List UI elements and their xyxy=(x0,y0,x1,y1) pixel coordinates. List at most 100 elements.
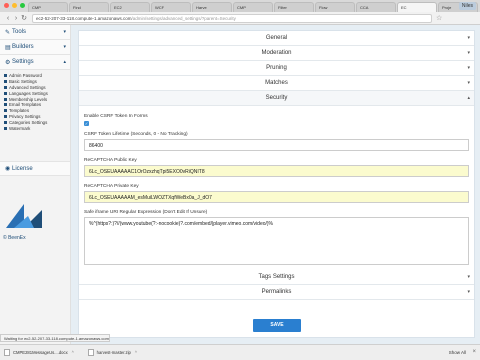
section-permalinks[interactable]: Permalinks ▾ xyxy=(79,285,474,300)
iframe-regex-textarea[interactable]: %^(https?:)?//(www.youtube(?:-nocookie)?… xyxy=(84,217,469,265)
section-title: Security xyxy=(265,95,288,101)
sidebar-section-label: Settings xyxy=(12,59,34,65)
download-filename: CMPE281MessageUs....docx xyxy=(13,350,68,355)
bullet-icon xyxy=(4,85,7,89)
chevron-up-icon[interactable]: ^ xyxy=(72,350,74,355)
bullet-icon xyxy=(4,80,7,84)
admin-sidebar: ✎ Tools ▾ ▤ Builders ▾ ⚙ Settings ▴ Admi… xyxy=(0,25,71,344)
profile-badge[interactable]: Niles xyxy=(458,2,476,10)
file-icon xyxy=(87,349,94,356)
section-tags-settings[interactable]: Tags Settings ▾ xyxy=(79,270,474,285)
sidebar-section-license[interactable]: ◉ License xyxy=(0,161,70,176)
sidebar-item-watermark[interactable]: Watermark xyxy=(4,125,70,131)
download-item[interactable]: harvest-master.zip ^ xyxy=(87,349,137,356)
gear-icon: ⚙ xyxy=(5,59,11,66)
browser-tab[interactable]: CMP xyxy=(28,2,68,12)
sidebar-item-label: Templates xyxy=(9,108,30,114)
browser-tab-bar: CMP Find EC2 WCF Harve CMP Filter Flow C… xyxy=(0,0,480,12)
wrench-icon: ✎ xyxy=(5,29,11,36)
iframe-regex-label: Safe iframe URI Regular Expression (Don'… xyxy=(84,210,208,215)
section-matches[interactable]: Matches ▾ xyxy=(79,76,474,91)
chevron-down-icon: ▾ xyxy=(63,29,66,35)
recaptcha-private-key-input[interactable]: 6Lc_OSEUAAAAAM_esMuiLWOZTXqfWeBx0a_J_dO7 xyxy=(84,191,469,203)
sidebar-section-label: License xyxy=(12,165,33,172)
section-security[interactable]: Security ▴ xyxy=(79,91,474,106)
bookmark-star-icon[interactable]: ☆ xyxy=(436,14,442,22)
minimize-window-button[interactable] xyxy=(12,3,17,8)
main-content: General ▾ Moderation ▾ Pruning ▾ Matches… xyxy=(71,25,480,344)
close-window-button[interactable] xyxy=(4,3,9,8)
chevron-up-icon: ▴ xyxy=(63,59,66,65)
forward-icon[interactable]: › xyxy=(12,15,20,22)
sidebar-item-label: Privacy Settings xyxy=(9,113,41,119)
address-bar[interactable]: ec2-52-207-33-118.compute-1.amazonaws.co… xyxy=(32,13,432,23)
save-button[interactable]: SAVE xyxy=(253,319,301,332)
brand-label: © BeenEx xyxy=(3,235,26,241)
section-title: Matches xyxy=(265,80,288,86)
sidebar-item-label: Watermark xyxy=(9,125,31,131)
chevron-down-icon: ▾ xyxy=(63,44,66,50)
recaptcha-public-key-input[interactable]: 6Lc_OSEUAAAAAC1OrOzxzhqTpi5EXO0vRiQNIT8 xyxy=(84,165,469,177)
csrf-lifetime-label: CSRF Token Lifetime (Seconds, 0 - No Tra… xyxy=(84,132,188,137)
status-bar: Waiting for ec2-52-207-33-118.compute-1.… xyxy=(0,334,110,342)
sidebar-section-tools[interactable]: ✎ Tools ▾ xyxy=(0,25,70,40)
bullet-icon xyxy=(4,109,7,113)
bullet-icon xyxy=(4,120,7,124)
csrf-label: Enable CSRF Token In Forms xyxy=(84,114,148,119)
download-filename: harvest-master.zip xyxy=(96,350,131,355)
bullet-icon xyxy=(4,103,7,107)
section-moderation[interactable]: Moderation ▾ xyxy=(79,46,474,61)
url-path: /admin/settings/advanced_settings/?paren… xyxy=(131,15,236,21)
sidebar-item-label: Email Templates xyxy=(9,102,42,108)
reload-icon[interactable]: ↻ xyxy=(20,14,28,22)
browser-tab[interactable]: EC2 xyxy=(110,2,150,12)
sidebar-item-label: Categories Settings xyxy=(9,119,48,125)
zoom-window-button[interactable] xyxy=(20,3,25,8)
browser-tab[interactable]: Flow xyxy=(315,2,355,12)
browser-toolbar: ‹ › ↻ ec2-52-207-33-118.compute-1.amazon… xyxy=(0,12,480,25)
browser-tab[interactable]: WCF xyxy=(151,2,191,12)
url-host: ec2-52-207-33-118.compute-1.amazonaws.co… xyxy=(36,15,132,21)
download-item[interactable]: CMPE281MessageUs....docx ^ xyxy=(4,349,74,356)
browser-tab[interactable]: Find xyxy=(69,2,109,12)
recaptcha-private-key-label: ReCAPTCHA Private Key xyxy=(84,184,139,189)
chevron-down-icon: ▾ xyxy=(467,274,470,280)
chevron-down-icon: ▾ xyxy=(467,289,470,295)
sidebar-item-label: Languages Settings xyxy=(9,90,48,96)
bullet-icon xyxy=(4,91,7,95)
show-all-downloads-link[interactable]: Show All xyxy=(449,350,466,355)
downloads-shelf: CMPE281MessageUs....docx ^ harvest-maste… xyxy=(0,344,480,360)
csrf-checkbox[interactable]: ✓ xyxy=(84,121,89,126)
file-icon xyxy=(4,349,10,356)
recaptcha-public-key-label: ReCAPTCHA Public Key xyxy=(84,158,137,163)
close-icon[interactable]: × xyxy=(472,349,476,355)
back-icon[interactable]: ‹ xyxy=(4,15,12,22)
builder-icon: ▤ xyxy=(5,44,11,51)
section-pruning[interactable]: Pruning ▾ xyxy=(79,61,474,76)
browser-tab[interactable]: Harve xyxy=(192,2,232,12)
section-title: General xyxy=(265,35,288,41)
sidebar-section-builders[interactable]: ▤ Builders ▾ xyxy=(0,40,70,55)
bullet-icon xyxy=(4,114,7,118)
bullet-icon xyxy=(4,126,7,130)
browser-tab[interactable]: Filter xyxy=(274,2,314,12)
sidebar-section-label: Tools xyxy=(12,29,27,35)
sidebar-section-settings[interactable]: ⚙ Settings ▴ xyxy=(0,55,70,70)
browser-tab-active[interactable]: EC xyxy=(397,2,437,12)
section-title: Tags Settings xyxy=(258,274,295,280)
browser-tab[interactable]: CMP xyxy=(233,2,273,12)
chevron-up-icon[interactable]: ^ xyxy=(135,350,137,355)
section-general[interactable]: General ▾ xyxy=(79,31,474,46)
bullet-icon xyxy=(4,97,7,101)
sidebar-section-label: Builders xyxy=(12,44,34,50)
browser-tab[interactable]: CCA xyxy=(356,2,396,12)
bullet-icon xyxy=(4,74,7,78)
sidebar-item-label: Membership Levels xyxy=(9,96,48,102)
csrf-lifetime-input[interactable]: 86400 xyxy=(84,139,469,151)
section-title: Moderation xyxy=(261,50,292,56)
section-title: Permalinks xyxy=(261,289,292,295)
beenex-logo xyxy=(6,204,42,228)
sidebar-item-label: Advanced Settings xyxy=(9,84,46,90)
advanced-settings-panel: General ▾ Moderation ▾ Pruning ▾ Matches… xyxy=(78,30,475,338)
security-form: Enable CSRF Token In Forms ✓ CSRF Token … xyxy=(79,106,474,265)
